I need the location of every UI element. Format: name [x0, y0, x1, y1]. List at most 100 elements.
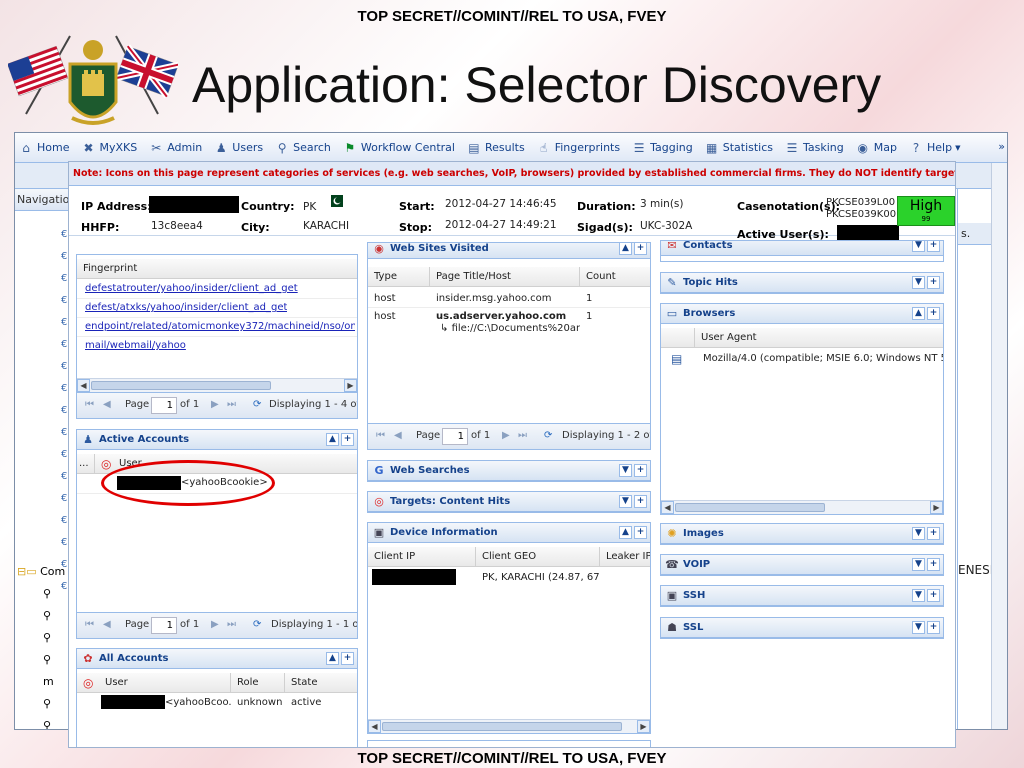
expand-button[interactable]: ▼ [912, 589, 925, 602]
refresh-icon[interactable]: ⟳ [544, 430, 552, 441]
next-page-icon[interactable]: ▶ [502, 430, 510, 441]
add-button[interactable]: + [341, 652, 354, 665]
topic-hits-header[interactable]: ✎ Topic Hits ▼ + [661, 273, 943, 293]
page-number-input[interactable] [442, 428, 468, 445]
prev-page-icon[interactable]: ◀ [394, 430, 402, 441]
column-menu[interactable]: ... [77, 454, 95, 474]
all-account-user[interactable]: <yahooBcoo... [165, 697, 231, 708]
fingerprint-row-link[interactable]: defest/atxks/yahoo/insider/client_ad_get [85, 302, 287, 313]
fingerprint-row-link[interactable]: endpoint/related/atomicmonkey372/machine… [85, 321, 355, 332]
scroll-thumb[interactable] [382, 722, 622, 731]
refresh-icon[interactable]: ⟳ [253, 619, 261, 630]
fingerprint-row-link[interactable]: mail/webmail/yahoo [85, 340, 186, 351]
collapse-button[interactable]: ▲ [619, 526, 632, 539]
prev-page-icon[interactable]: ◀ [103, 399, 111, 410]
scroll-right-icon[interactable]: ▶ [930, 501, 943, 514]
search-icon[interactable]: ⚲ [43, 697, 51, 710]
search-icon[interactable]: ⚲ [43, 631, 51, 644]
scroll-left-icon[interactable]: ◀ [368, 720, 381, 733]
leaker-ip-column-header[interactable]: Leaker IP [600, 547, 650, 567]
targets-content-hits-panel[interactable]: ◎ Targets: Content Hits ▼ + [367, 491, 651, 513]
user-column-header[interactable]: User [77, 673, 231, 693]
toolbar-users[interactable]: ♟ Users [214, 141, 263, 155]
toolbar-tasking[interactable]: ☰ Tasking [785, 141, 844, 155]
expand-button[interactable]: ▼ [619, 495, 632, 508]
toolbar-fingerprints[interactable]: ☝ Fingerprints [537, 141, 620, 155]
contacts-header[interactable]: ✉ Contacts ▼ + [661, 241, 943, 256]
client-ip-column-header[interactable]: Client IP [368, 547, 476, 567]
last-page-icon[interactable]: ⏭ [518, 430, 527, 441]
state-column-header[interactable]: State [285, 673, 357, 693]
user-agent-column-header[interactable]: User Agent [695, 328, 943, 348]
refresh-icon[interactable]: ⟳ [253, 399, 261, 410]
first-page-icon[interactable]: ⏮ [85, 399, 94, 410]
add-button[interactable]: + [927, 307, 940, 320]
host-column-header[interactable]: Page Title/Host [430, 267, 580, 287]
last-page-icon[interactable]: ⏭ [227, 399, 236, 410]
search-icon[interactable]: ⚲ [43, 609, 51, 622]
toolbar-home[interactable]: ⌂ Home [19, 141, 69, 155]
horizontal-scrollbar[interactable]: ◀ ▶ [368, 719, 650, 733]
voip-panel[interactable]: ☎ VOIP ▼ + [660, 554, 944, 576]
topic-hits-panel[interactable]: ✎ Topic Hits ▼ + [660, 272, 944, 294]
scroll-thumb[interactable] [675, 503, 825, 512]
expand-button[interactable]: ▼ [912, 241, 925, 252]
active-account-user[interactable]: <yahooBcookie> [181, 477, 268, 488]
next-page-icon[interactable]: ▶ [211, 619, 219, 630]
expand-button[interactable]: ▼ [912, 276, 925, 289]
ssh-panel[interactable]: ▣ SSH ▼ + [660, 585, 944, 607]
fingerprint-row-link[interactable]: defestatrouter/yahoo/insider/client_ad_g… [85, 283, 298, 294]
voip-header[interactable]: ☎ VOIP ▼ + [661, 555, 943, 575]
toolbar-help[interactable]: ? Help ▼ [909, 141, 961, 155]
scroll-right-icon[interactable]: ▶ [637, 720, 650, 733]
website-host[interactable]: us.adserver.yahoo.com [436, 311, 566, 322]
expand-button[interactable]: ▼ [619, 464, 632, 477]
first-page-icon[interactable]: ⏮ [85, 619, 94, 630]
type-column-header[interactable]: Type [368, 267, 430, 287]
toolbar-statistics[interactable]: ▦ Statistics [705, 141, 773, 155]
add-button[interactable]: + [927, 527, 940, 540]
first-page-icon[interactable]: ⏮ [376, 430, 385, 441]
expand-button[interactable]: ▼ [912, 621, 925, 634]
fingerprint-column-header[interactable]: Fingerprint [77, 259, 357, 279]
add-button[interactable]: + [634, 495, 647, 508]
add-button[interactable]: + [634, 526, 647, 539]
user-column-header[interactable]: User [95, 454, 357, 474]
search-icon[interactable]: ⚲ [43, 653, 51, 666]
web-searches-panel[interactable]: G Web Searches ▼ + [367, 460, 651, 482]
toolbar-myxks[interactable]: ✖ MyXKS [81, 141, 137, 155]
toolbar-search[interactable]: ⚲ Search [275, 141, 331, 155]
prev-page-icon[interactable]: ◀ [103, 619, 111, 630]
images-panel[interactable]: ✺ Images ▼ + [660, 523, 944, 545]
vertical-scrollbar[interactable] [991, 163, 1007, 729]
add-button[interactable]: + [927, 241, 940, 252]
add-button[interactable]: + [927, 276, 940, 289]
toolbar-workflow-central[interactable]: ⚑ Workflow Central [343, 141, 455, 155]
collapse-button[interactable]: ▲ [326, 433, 339, 446]
toolbar-more-button[interactable]: » [998, 140, 1005, 153]
add-button[interactable]: + [927, 589, 940, 602]
nav-folder-row[interactable]: ⊟▭ Com [17, 565, 65, 578]
mail-icon[interactable]: m [43, 675, 54, 688]
ssl-panel[interactable]: ☗ SSL ▼ + [660, 617, 944, 639]
ssh-header[interactable]: ▣ SSH ▼ + [661, 586, 943, 606]
scroll-thumb[interactable] [91, 381, 271, 390]
add-button[interactable]: + [634, 243, 647, 255]
page-number-input[interactable] [151, 397, 177, 414]
web-searches-header[interactable]: G Web Searches ▼ + [368, 461, 650, 481]
ssl-header[interactable]: ☗ SSL ▼ + [661, 618, 943, 638]
toolbar-results[interactable]: ▤ Results [467, 141, 524, 155]
page-number-input[interactable] [151, 617, 177, 634]
add-button[interactable]: + [634, 464, 647, 477]
user-agent-value[interactable]: Mozilla/4.0 (compatible; MSIE 6.0; Windo… [703, 353, 943, 364]
expand-button[interactable]: ▼ [912, 527, 925, 540]
horizontal-scrollbar[interactable]: ◀ ▶ [77, 378, 357, 392]
search-icon[interactable]: ⚲ [43, 719, 51, 729]
collapse-button[interactable]: ▲ [326, 652, 339, 665]
expand-button[interactable]: ▼ [912, 558, 925, 571]
collapse-button[interactable]: ▲ [619, 243, 632, 255]
add-button[interactable]: + [341, 433, 354, 446]
role-column-header[interactable]: Role [231, 673, 285, 693]
scroll-right-icon[interactable]: ▶ [344, 379, 357, 392]
count-column-header[interactable]: Count [580, 267, 650, 287]
